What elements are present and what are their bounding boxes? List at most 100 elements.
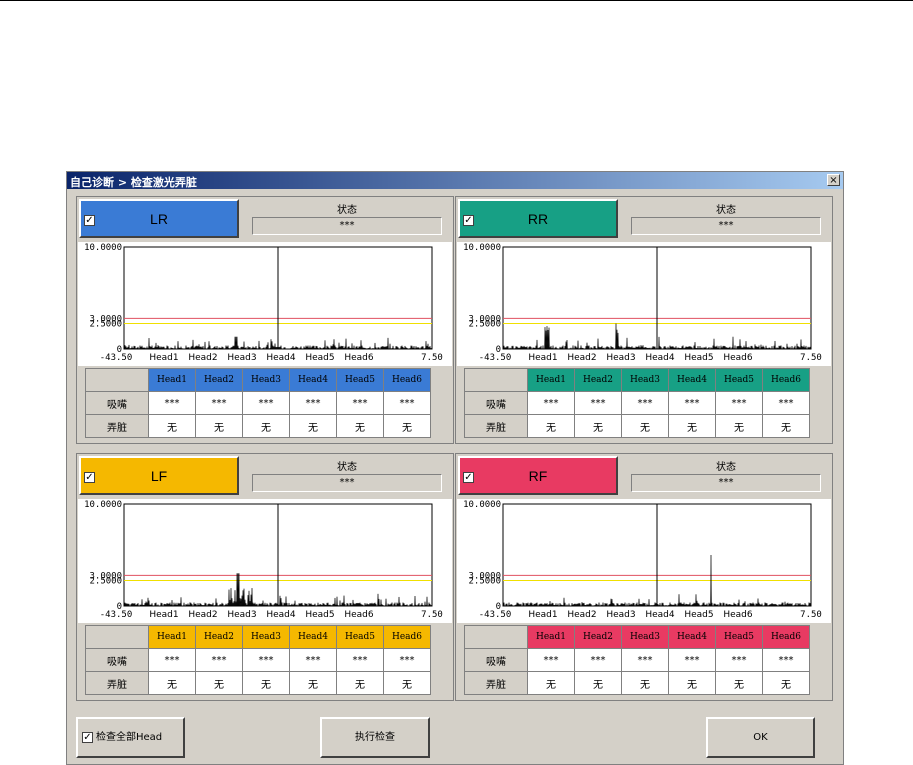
x-head-label: Head5: [305, 610, 334, 620]
title-bar: 自己诊断 > 检查激光弄脏 ×: [67, 172, 843, 189]
status-label: 状态: [337, 462, 357, 473]
x-min-label: -43.50: [479, 353, 512, 363]
y-tick-label: 2.5000: [89, 320, 122, 330]
head-column-header: Head5: [715, 625, 763, 649]
head-group-toggle-rr[interactable]: ✓ RR: [458, 199, 618, 238]
ok-button[interactable]: OK: [706, 717, 815, 758]
execute-check-button[interactable]: 执行检查: [320, 717, 430, 758]
group-name: LR: [150, 211, 168, 227]
x-max-label: 7.50: [421, 353, 443, 363]
table-corner: [85, 368, 149, 392]
head-column-header: Head3: [621, 368, 669, 392]
head-group-toggle-lr[interactable]: ✓ LR: [79, 199, 239, 238]
dirty-cell: 无: [336, 671, 384, 695]
x-head-label: Head4: [266, 353, 296, 363]
suction-cell: ***: [289, 648, 337, 672]
group-name: RF: [528, 468, 548, 484]
laser-chart-lr: 10.00003.00002.50000-43.50 7.50Head1 Head2…: [78, 242, 452, 366]
x-head-label: Head2: [567, 610, 596, 620]
dirty-cell: 无: [242, 671, 290, 695]
suction-cell: ***: [574, 648, 622, 672]
head-column-header: Head6: [762, 368, 810, 392]
head-table: Head1 Head2 Head3 Head4 Head5 Head6 吸嘴 *** *** **…: [85, 625, 431, 695]
suction-cell: ***: [621, 391, 669, 415]
status-label: 状态: [337, 205, 357, 216]
head-group-toggle-rf[interactable]: ✓ RF: [458, 456, 618, 495]
dirty-cell: 无: [715, 671, 763, 695]
y-tick-label: 10.0000: [463, 243, 501, 253]
head-column-header: Head2: [195, 368, 243, 392]
close-icon[interactable]: ×: [827, 174, 840, 186]
x-head-label: Head6: [723, 610, 753, 620]
laser-chart-rf: 10.00003.00002.50000-43.50 7.50Head1 Head2…: [457, 499, 831, 623]
y-tick-label: 10.0000: [84, 500, 122, 510]
suction-cell: ***: [383, 648, 431, 672]
check-all-checkbox-box[interactable]: ✓: [82, 731, 93, 743]
x-head-label: Head6: [344, 353, 374, 363]
panel-lf: ✓ LF 状态 *** 10.0000 3.0000 2.5000 0 -43.50 7.50…: [76, 453, 454, 701]
suction-cell: ***: [574, 391, 622, 415]
dirty-cell: 无: [621, 414, 669, 438]
head-table: Head1 Head2 Head3 Head4 Head5 Head6 吸嘴 *** *** **…: [464, 368, 810, 438]
head-column-header: Head3: [621, 625, 669, 649]
suction-cell: ***: [762, 391, 810, 415]
panel-lr: ✓ LR 状态 *** 10.0000 3.0000 2.5000 0 -43.50 7.50…: [76, 196, 454, 444]
head-column-header: Head4: [289, 625, 337, 649]
suction-cell: ***: [242, 648, 290, 672]
dirty-cell: 无: [148, 414, 196, 438]
head-column-header: Head5: [336, 625, 384, 649]
suction-cell: ***: [715, 648, 763, 672]
dirty-cell: 无: [762, 414, 810, 438]
suction-cell: ***: [242, 391, 290, 415]
dirty-cell: 无: [574, 671, 622, 695]
x-min-label: -43.50: [100, 610, 133, 620]
row-label-dirty: 弄脏: [464, 414, 528, 438]
x-max-label: 7.50: [421, 610, 443, 620]
x-head-label: Head3: [606, 353, 635, 363]
dirty-cell: 无: [195, 671, 243, 695]
dirty-cell: 无: [574, 414, 622, 438]
dirty-cell: 无: [336, 414, 384, 438]
status-value: ***: [252, 217, 442, 235]
dirty-cell: 无: [621, 671, 669, 695]
suction-cell: ***: [383, 391, 431, 415]
suction-cell: ***: [621, 648, 669, 672]
x-head-label: Head3: [227, 353, 256, 363]
x-head-label: Head5: [684, 610, 713, 620]
head-column-header: Head6: [383, 625, 431, 649]
group-name: RR: [527, 211, 549, 227]
suction-cell: ***: [148, 391, 196, 415]
suction-cell: ***: [762, 648, 810, 672]
dirty-cell: 无: [148, 671, 196, 695]
table-corner: [464, 625, 528, 649]
dirty-cell: 无: [527, 671, 575, 695]
group-name: LF: [150, 468, 168, 484]
suction-cell: ***: [289, 391, 337, 415]
dirty-cell: 无: [289, 671, 337, 695]
x-min-label: -43.50: [479, 610, 512, 620]
row-label-suction: 吸嘴: [464, 648, 528, 672]
x-max-label: 7.50: [800, 353, 822, 363]
x-min-label: -43.50: [100, 353, 133, 363]
suction-cell: ***: [336, 391, 384, 415]
row-label-suction: 吸嘴: [464, 391, 528, 415]
x-head-label: Head1: [528, 353, 557, 363]
head-column-header: Head2: [574, 625, 622, 649]
head-column-header: Head2: [195, 625, 243, 649]
head-group-toggle-lf[interactable]: ✓ LF: [79, 456, 239, 495]
dirty-cell: 无: [383, 671, 431, 695]
x-head-label: Head6: [344, 610, 374, 620]
panel-rr: ✓ RR 状态 *** 10.0000 3.0000 2.5000 0 -43.50 7.50…: [455, 196, 833, 444]
x-head-label: Head6: [723, 353, 753, 363]
dirty-cell: 无: [195, 414, 243, 438]
x-head-label: Head2: [567, 353, 596, 363]
row-label-suction: 吸嘴: [85, 391, 149, 415]
x-head-label: Head1: [149, 610, 178, 620]
check-all-heads-checkbox[interactable]: ✓ 检查全部Head: [76, 717, 185, 758]
suction-cell: ***: [336, 648, 384, 672]
head-column-header: Head4: [289, 368, 337, 392]
check-all-label: 检查全部Head: [96, 732, 163, 743]
status-value: ***: [631, 217, 821, 235]
dirty-cell: 无: [383, 414, 431, 438]
y-tick-label: 2.5000: [468, 577, 501, 587]
